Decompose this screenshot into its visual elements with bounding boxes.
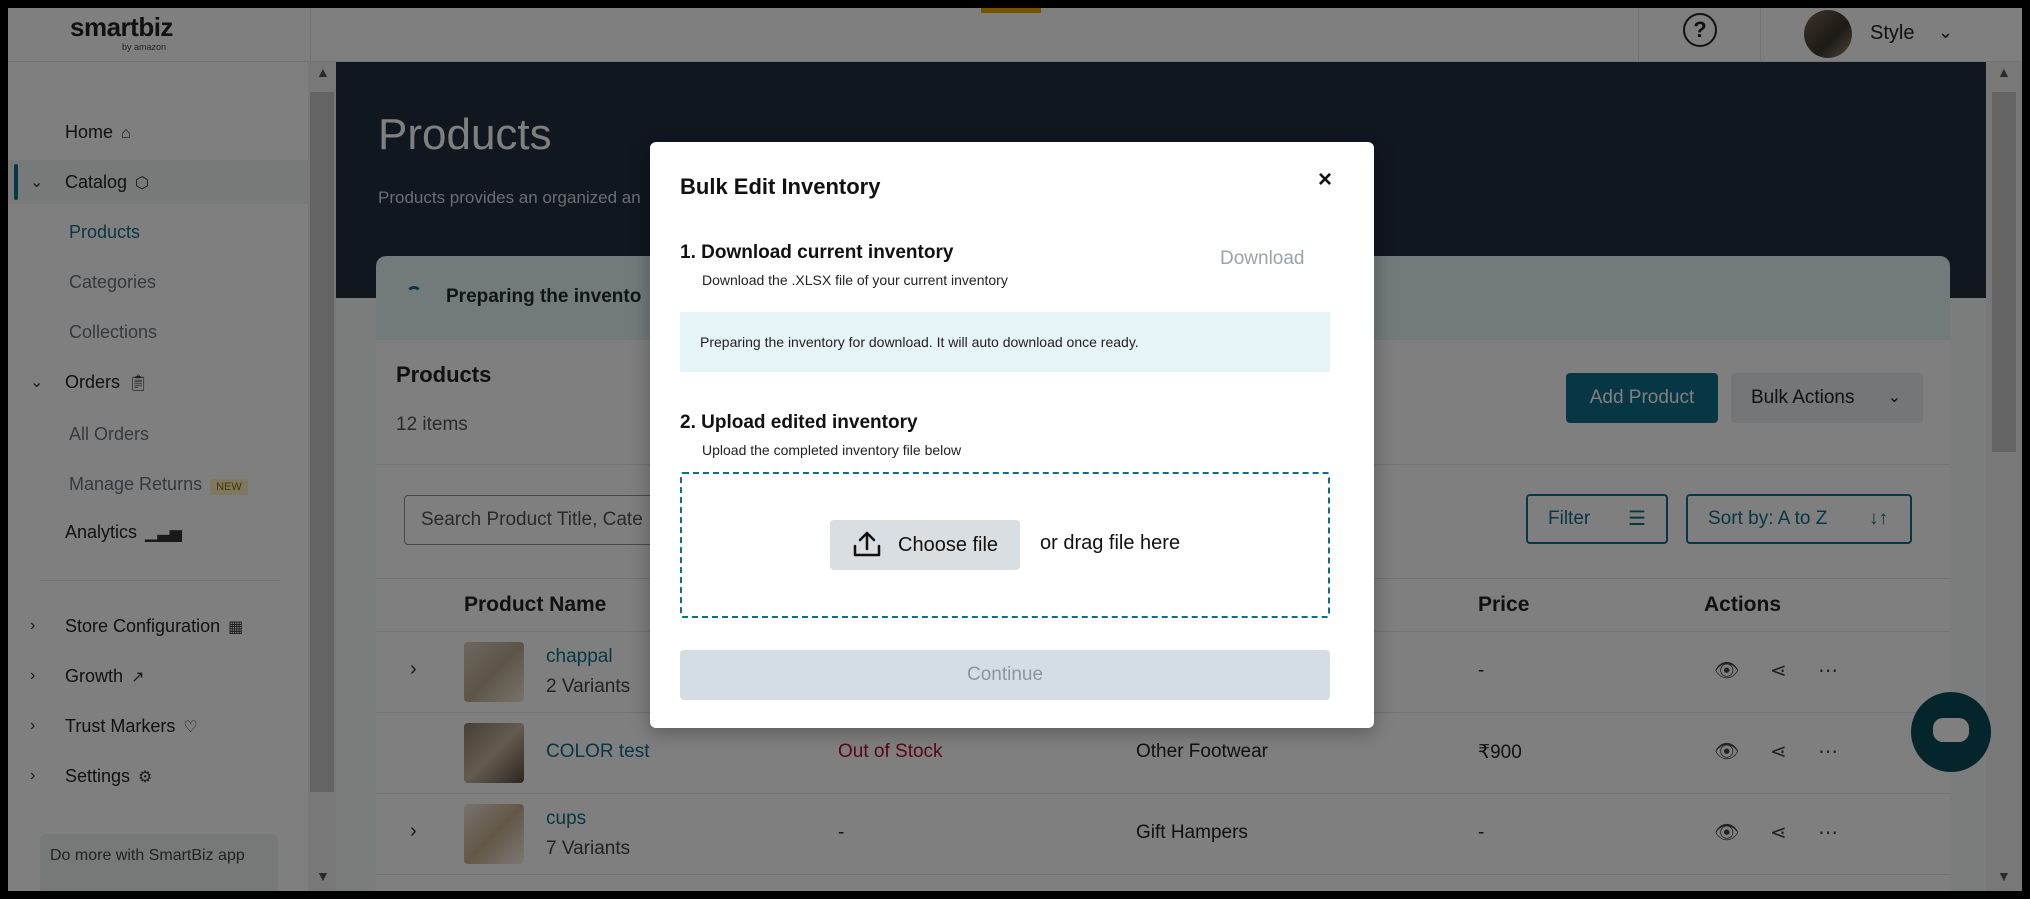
download-button[interactable]: Download <box>1220 248 1305 270</box>
continue-button[interactable]: Continue <box>680 650 1330 700</box>
upload-icon <box>853 531 881 557</box>
drag-hint: or drag file here <box>1040 532 1181 554</box>
step1-title: 1. Download current inventory <box>680 242 954 263</box>
info-message: Preparing the inventory for download. It… <box>680 312 1330 372</box>
close-icon[interactable]: × <box>1318 166 1332 194</box>
file-drop-zone[interactable]: Choose file or drag file here <box>680 472 1330 618</box>
app-window: smartbiz by amazon ? Style ⌄ Home⌂ ⌄ Cat… <box>8 8 2022 891</box>
modal-title: Bulk Edit Inventory <box>680 174 881 199</box>
choose-file-label: Choose file <box>898 534 999 556</box>
bulk-edit-modal: Bulk Edit Inventory × 1. Download curren… <box>650 142 1374 728</box>
step2-description: Upload the completed inventory file belo… <box>702 442 962 458</box>
step1-description: Download the .XLSX file of your current … <box>702 272 1008 288</box>
step2-title: 2. Upload edited inventory <box>680 412 918 433</box>
choose-file-button[interactable]: Choose file <box>830 520 1020 570</box>
